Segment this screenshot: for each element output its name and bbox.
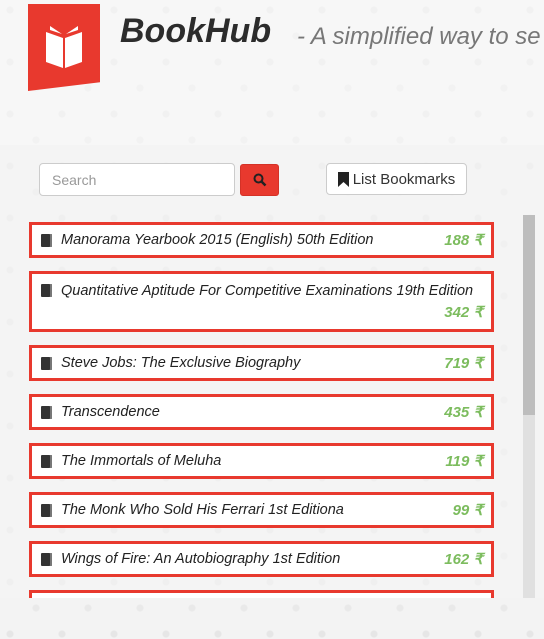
book-name: Transcendence: [61, 404, 160, 420]
app-title: BookHub: [120, 12, 272, 50]
book-price: 119 ₹: [445, 453, 483, 470]
book-price: 342 ₹: [444, 303, 483, 321]
book-price: 162 ₹: [444, 551, 483, 568]
book-price: 188 ₹: [444, 232, 483, 249]
list-bookmarks-label: List Bookmarks: [352, 170, 456, 188]
book-price: 435 ₹: [444, 404, 483, 421]
search-icon: [253, 173, 266, 187]
book-item[interactable]: Quantitative Aptitude For Competitive Ex…: [29, 271, 494, 332]
book-name: Quantitative Aptitude For Competitive Ex…: [61, 282, 474, 299]
book-list: Manorama Yearbook 2015 (English) 50th Ed…: [29, 215, 494, 598]
app-subtitle: - A simplified way to se: [297, 23, 541, 50]
book-price: 99 ₹: [452, 502, 483, 519]
book-item[interactable]: Transcendence 435 ₹: [29, 394, 494, 430]
book-name: Steve Jobs: The Exclusive Biography: [61, 355, 301, 371]
search-button[interactable]: [240, 164, 279, 196]
book-icon: [41, 552, 52, 566]
book-icon: [41, 233, 52, 247]
search-input[interactable]: [39, 163, 235, 196]
book-icon: [41, 284, 52, 297]
book-item[interactable]: The Immortals of Meluha 119 ₹: [29, 443, 494, 479]
list-scrollbar[interactable]: [523, 215, 535, 598]
bookmark-icon: [337, 171, 349, 187]
book-item[interactable]: Manorama Yearbook 2015 (English) 50th Ed…: [29, 222, 494, 258]
book-price: 719 ₹: [444, 355, 483, 372]
list-bookmarks-button[interactable]: List Bookmarks: [326, 163, 467, 195]
book-name: The Monk Who Sold His Ferrari 1st Editio…: [61, 502, 344, 518]
book-icon: [41, 356, 52, 370]
book-icon: [41, 503, 52, 517]
book-icon: [41, 405, 52, 419]
open-book-icon: [46, 26, 82, 68]
book-item-partial[interactable]: [29, 590, 494, 598]
book-name: Wings of Fire: An Autobiography 1st Edit…: [61, 551, 341, 567]
book-item[interactable]: Steve Jobs: The Exclusive Biography 719 ₹: [29, 345, 494, 381]
scrollbar-thumb[interactable]: [523, 215, 535, 415]
logo: [28, 4, 100, 91]
book-name: Manorama Yearbook 2015 (English) 50th Ed…: [61, 232, 374, 248]
book-item[interactable]: Wings of Fire: An Autobiography 1st Edit…: [29, 541, 494, 577]
book-item[interactable]: The Monk Who Sold His Ferrari 1st Editio…: [29, 492, 494, 528]
book-name: The Immortals of Meluha: [61, 453, 222, 469]
book-icon: [41, 454, 52, 468]
